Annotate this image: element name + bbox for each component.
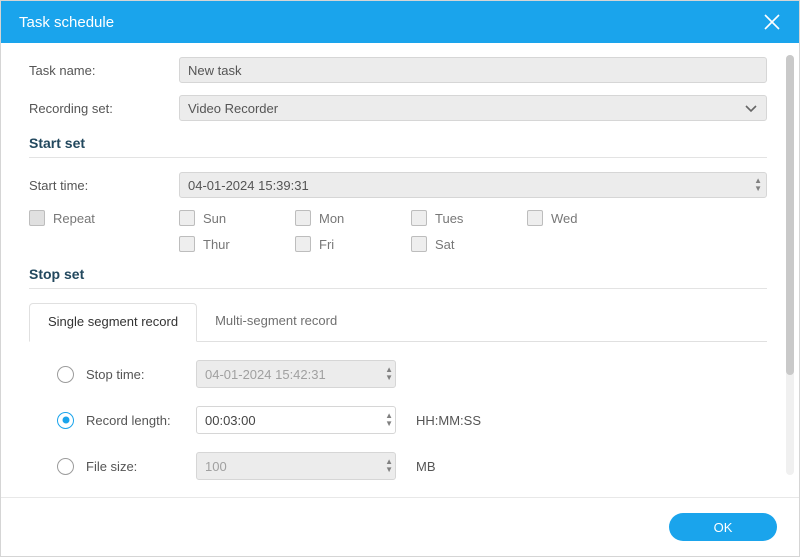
- checkbox-icon: [411, 236, 427, 252]
- day-fri[interactable]: Fri: [295, 236, 405, 252]
- checkbox-icon: [29, 210, 45, 226]
- tab-single-segment[interactable]: Single segment record: [29, 303, 197, 342]
- titlebar: Task schedule: [1, 1, 799, 43]
- dialog-body: Task name: New task Recording set: Video…: [1, 43, 799, 497]
- chevron-down-icon: [744, 101, 758, 115]
- day-mon[interactable]: Mon: [295, 210, 405, 226]
- stop-time-input[interactable]: 04-01-2024 15:42:31 ▲ ▼: [196, 360, 396, 388]
- close-button[interactable]: [763, 13, 781, 31]
- task-schedule-dialog: Task schedule Task name: New task Record…: [0, 0, 800, 557]
- day-thur[interactable]: Thur: [179, 236, 289, 252]
- file-size-unit: MB: [416, 459, 436, 474]
- day-sat[interactable]: Sat: [411, 236, 521, 252]
- recording-set-label: Recording set:: [29, 101, 179, 116]
- option-file-size[interactable]: File size: 100 ▲ ▼ MB: [29, 452, 767, 480]
- recording-set-select[interactable]: Video Recorder: [179, 95, 767, 121]
- checkbox-icon: [527, 210, 543, 226]
- dialog-title: Task schedule: [19, 14, 114, 31]
- divider: [29, 157, 767, 158]
- divider: [29, 288, 767, 289]
- scrollbar[interactable]: [786, 55, 794, 475]
- radio-icon: [57, 412, 74, 429]
- spin-down-icon[interactable]: ▼: [385, 374, 393, 382]
- spin-down-icon[interactable]: ▼: [385, 420, 393, 428]
- scrollbar-thumb[interactable]: [786, 55, 794, 375]
- ok-button[interactable]: OK: [669, 513, 777, 541]
- day-tues[interactable]: Tues: [411, 210, 521, 226]
- option-record-length[interactable]: Record length: 00:03:00 ▲ ▼ HH:MM:SS: [29, 406, 767, 434]
- task-name-label: Task name:: [29, 63, 179, 78]
- day-sun[interactable]: Sun: [179, 210, 289, 226]
- day-wed[interactable]: Wed: [527, 210, 637, 226]
- spin-down-icon[interactable]: ▼: [754, 185, 762, 193]
- start-time-input[interactable]: 04-01-2024 15:39:31 ▲ ▼: [179, 172, 767, 198]
- checkbox-icon: [295, 236, 311, 252]
- close-icon: [763, 13, 781, 31]
- checkbox-icon: [179, 236, 195, 252]
- checkbox-icon: [411, 210, 427, 226]
- spin-down-icon[interactable]: ▼: [385, 466, 393, 474]
- option-stop-time[interactable]: Stop time: 04-01-2024 15:42:31 ▲ ▼: [29, 360, 767, 388]
- record-length-input[interactable]: 00:03:00 ▲ ▼: [196, 406, 396, 434]
- file-size-input[interactable]: 100 ▲ ▼: [196, 452, 396, 480]
- checkbox-icon: [295, 210, 311, 226]
- tab-multi-segment[interactable]: Multi-segment record: [197, 303, 355, 341]
- task-name-input[interactable]: New task: [179, 57, 767, 83]
- radio-icon: [57, 458, 74, 475]
- dialog-footer: OK: [1, 497, 799, 556]
- start-set-heading: Start set: [29, 135, 767, 151]
- days-grid: Sun Mon Tues Wed Thur Fri Sat: [179, 210, 637, 252]
- record-length-unit: HH:MM:SS: [416, 413, 481, 428]
- checkbox-icon: [179, 210, 195, 226]
- radio-icon: [57, 366, 74, 383]
- start-time-label: Start time:: [29, 178, 179, 193]
- stop-set-heading: Stop set: [29, 266, 767, 282]
- repeat-checkbox[interactable]: Repeat: [29, 210, 179, 226]
- stop-tabs: Single segment record Multi-segment reco…: [29, 303, 767, 342]
